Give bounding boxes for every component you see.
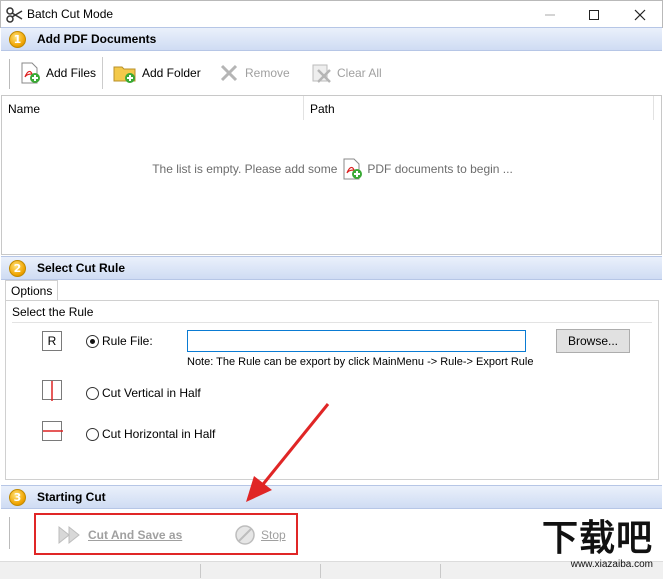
step-badge: 1 xyxy=(9,31,26,48)
tab-options[interactable]: Options xyxy=(5,280,59,301)
scissors-icon xyxy=(6,7,23,23)
empty-list-message: The list is empty. Please add some PDF d… xyxy=(2,158,663,180)
status-separator xyxy=(320,564,321,578)
toolbar-grip[interactable] xyxy=(9,517,12,549)
window-title: Batch Cut Mode xyxy=(27,7,114,21)
add-folder-button[interactable]: Add Folder xyxy=(113,61,201,85)
group-label: Select the Rule xyxy=(12,305,94,319)
remove-button[interactable]: Remove xyxy=(218,61,290,85)
toolbar-separator xyxy=(102,57,103,89)
maximize-icon xyxy=(589,10,599,20)
close-button[interactable] xyxy=(617,1,663,29)
radio-dot xyxy=(86,334,99,348)
radio-dot xyxy=(86,427,99,441)
remove-icon xyxy=(220,64,238,82)
section-title: Starting Cut xyxy=(37,490,106,504)
column-header-name[interactable]: Name xyxy=(2,96,304,120)
watermark-url: www.xiazaiba.com xyxy=(570,559,653,570)
add-files-button[interactable]: Add Files xyxy=(19,61,96,85)
document-toolbar: Add Files Add Folder Remove Clear All xyxy=(1,53,662,93)
pdf-add-icon xyxy=(21,62,40,84)
column-header-path[interactable]: Path xyxy=(304,96,654,120)
toolbar-grip[interactable] xyxy=(9,59,12,89)
status-separator xyxy=(440,564,441,578)
section-title: Select Cut Rule xyxy=(37,261,126,275)
close-icon xyxy=(634,9,646,21)
empty-message-suffix: PDF documents to begin ... xyxy=(367,162,513,176)
cut-vertical-label: Cut Vertical in Half xyxy=(102,386,201,400)
document-list[interactable]: Name Path The list is empty. Please add … xyxy=(1,95,662,255)
folder-add-icon xyxy=(113,66,136,83)
cut-horizontal-label: Cut Horizontal in Half xyxy=(102,427,216,441)
section-select-rule: 2 Select Cut Rule xyxy=(1,256,662,280)
clear-all-icon xyxy=(312,64,331,83)
rule-file-input[interactable] xyxy=(187,330,526,352)
browse-button[interactable]: Browse... xyxy=(556,329,630,353)
cut-vertical-icon xyxy=(42,380,62,401)
rule-r-icon: R xyxy=(42,331,62,351)
section-add-documents: 1 Add PDF Documents xyxy=(1,27,662,51)
cut-horizontal-radio[interactable]: Cut Horizontal in Half xyxy=(86,427,215,441)
rule-file-label: Rule File: xyxy=(102,334,153,348)
maximize-button[interactable] xyxy=(571,1,617,29)
clear-all-button[interactable]: Clear All xyxy=(310,61,382,85)
empty-message-prefix: The list is empty. Please add some xyxy=(152,162,338,176)
step-badge: 3 xyxy=(9,489,26,506)
annotation-arrow xyxy=(246,403,330,502)
remove-label: Remove xyxy=(245,66,290,80)
status-separator xyxy=(200,564,201,578)
add-folder-label: Add Folder xyxy=(142,66,201,80)
clear-all-label: Clear All xyxy=(337,66,382,80)
cut-horizontal-icon xyxy=(42,421,63,441)
add-files-label: Add Files xyxy=(46,66,97,80)
radio-dot xyxy=(86,386,99,400)
minimize-button[interactable] xyxy=(527,1,573,29)
cut-vertical-radio[interactable]: Cut Vertical in Half xyxy=(86,386,201,400)
rule-note: Note: The Rule can be export by click Ma… xyxy=(187,356,534,368)
minimize-icon xyxy=(545,14,555,16)
section-title: Add PDF Documents xyxy=(37,32,157,46)
pdf-add-icon xyxy=(343,158,363,180)
rule-file-radio[interactable]: Rule File: xyxy=(86,334,153,348)
group-divider xyxy=(12,322,652,323)
watermark-text: 下载吧 xyxy=(541,518,653,559)
highlight-box xyxy=(34,513,298,555)
step-badge: 2 xyxy=(9,260,26,277)
title-bar: Batch Cut Mode xyxy=(0,0,663,28)
watermark-logo: 下载吧 www.xiazaiba.com xyxy=(523,519,659,575)
